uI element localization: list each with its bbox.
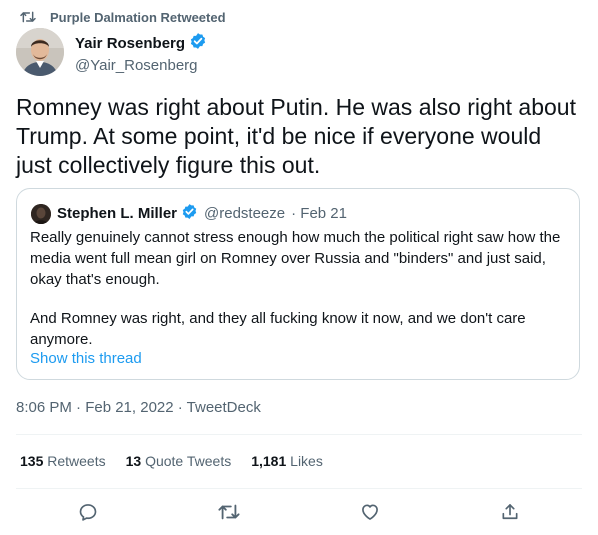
likes-count: 1,181 <box>251 453 287 469</box>
quote-paragraph: Really genuinely cannot stress enough ho… <box>30 229 561 288</box>
tweet-text: Romney was right about Putin. He was als… <box>16 94 576 178</box>
share-button[interactable] <box>496 498 524 526</box>
quote-author-handle: @redsteeze <box>204 205 286 222</box>
retweets-stat[interactable]: 135 Retweets <box>20 453 106 469</box>
verified-badge-icon <box>181 203 198 224</box>
likes-label: Likes <box>290 453 323 469</box>
quote-paragraph: And Romney was right, and they all fucki… <box>30 310 526 348</box>
quoted-tweet[interactable]: Stephen L. Miller @redsteeze · Feb 21 Re… <box>16 188 580 380</box>
likes-stat[interactable]: 1,181 Likes <box>251 453 323 469</box>
engagement-stats: 135 Retweets 13 Quote Tweets 1,181 Likes <box>20 453 323 469</box>
verified-badge-icon <box>189 32 207 54</box>
avatar[interactable] <box>16 28 64 76</box>
like-button[interactable] <box>356 498 384 526</box>
like-icon <box>360 502 380 522</box>
action-bar <box>16 498 582 526</box>
retweet-button[interactable] <box>215 498 243 526</box>
quote-body: Really genuinely cannot stress enough ho… <box>30 227 565 350</box>
tweet-timestamp[interactable]: 8:06 PM · Feb 21, 2022 · TweetDeck <box>16 399 261 416</box>
retweeted-by-label: Purple Dalmation Retweeted <box>50 9 226 25</box>
reply-icon <box>78 502 98 522</box>
retweet-icon <box>218 502 240 522</box>
retweets-count: 135 <box>20 453 44 469</box>
retweets-label: Retweets <box>47 453 106 469</box>
author-handle: @Yair_Rosenberg <box>75 57 198 74</box>
quote-tweets-label: Quote Tweets <box>145 453 232 469</box>
author-block[interactable]: Yair Rosenberg @Yair_Rosenberg <box>75 32 207 74</box>
divider <box>16 434 582 435</box>
divider <box>16 488 582 489</box>
quote-avatar <box>31 203 51 224</box>
show-thread-link[interactable]: Show this thread <box>30 350 142 367</box>
quote-date: · Feb 21 <box>291 205 347 222</box>
quote-author-name: Stephen L. Miller <box>57 205 178 222</box>
author-name[interactable]: Yair Rosenberg <box>75 35 185 52</box>
reply-button[interactable] <box>74 498 102 526</box>
quote-header: Stephen L. Miller @redsteeze · Feb 21 <box>31 203 347 224</box>
quote-tweets-count: 13 <box>125 453 142 469</box>
quote-tweets-stat[interactable]: 13 Quote Tweets <box>126 453 232 469</box>
retweeted-by-row[interactable]: Purple Dalmation Retweeted <box>20 8 226 26</box>
share-icon <box>500 502 520 522</box>
retweet-icon <box>20 10 36 24</box>
